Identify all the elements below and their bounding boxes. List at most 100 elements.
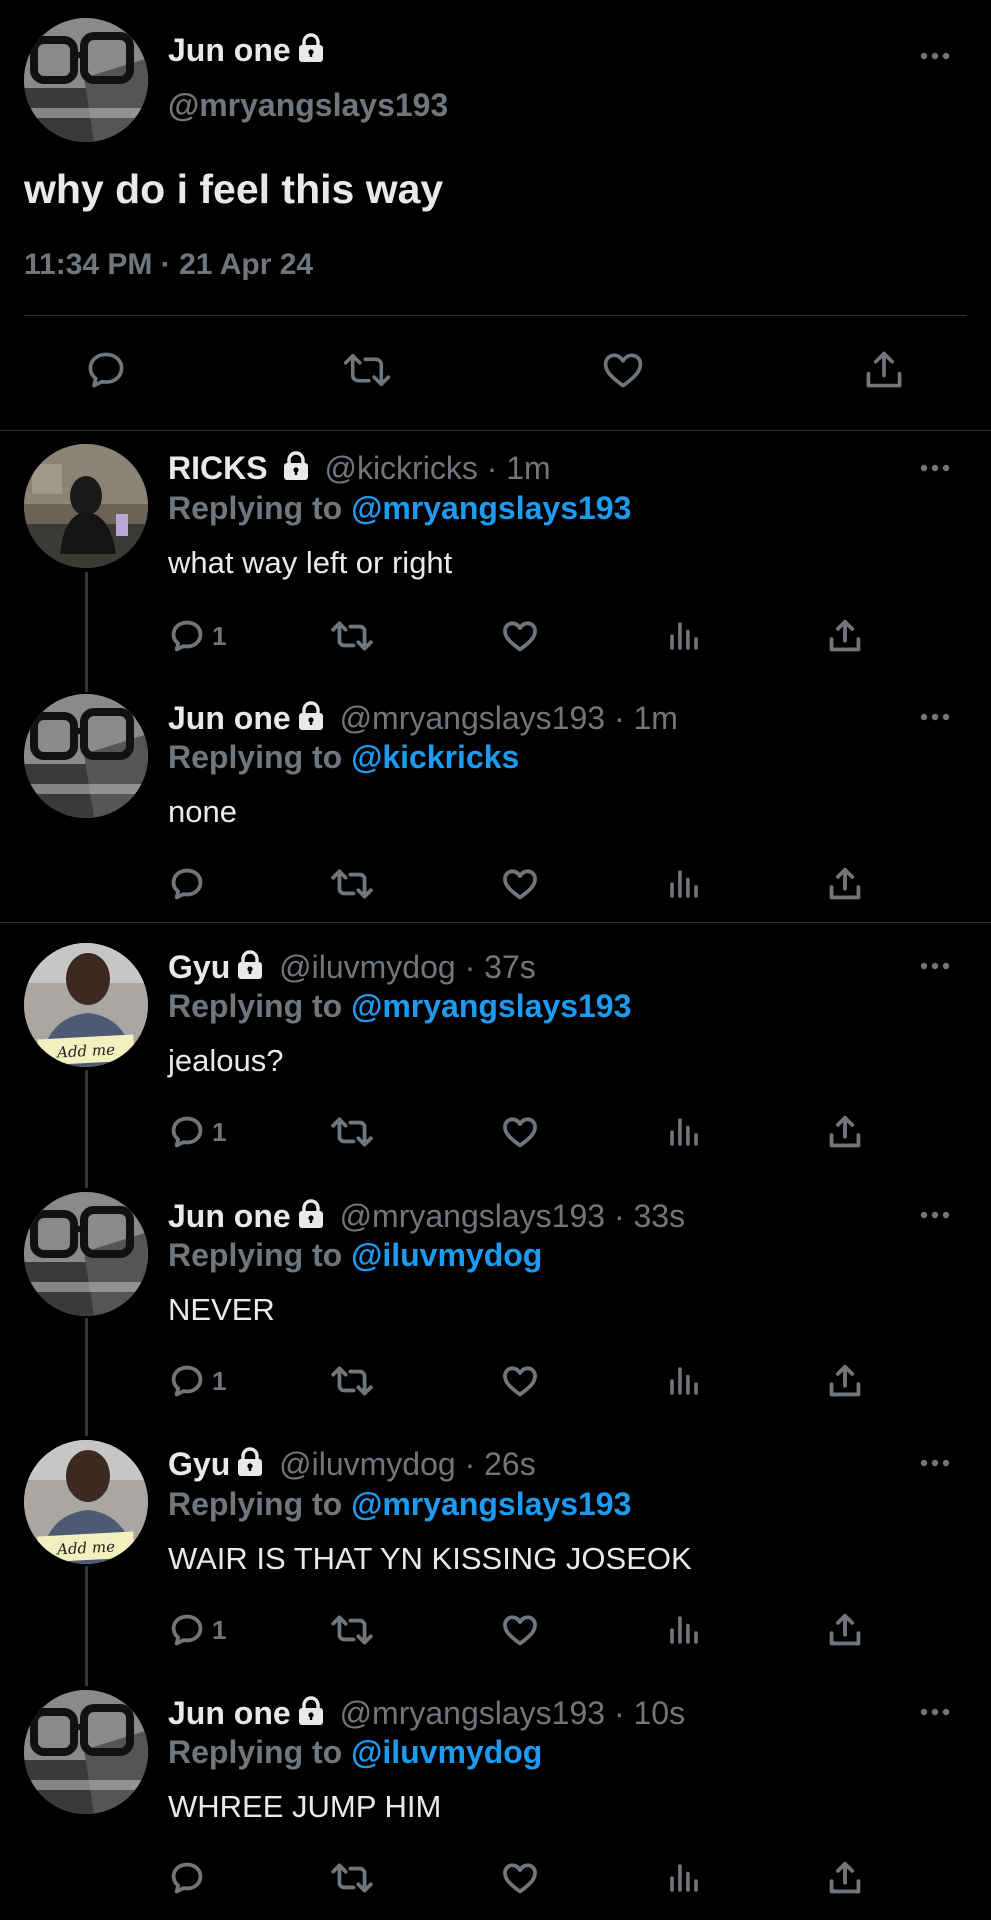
tweet-text: none [168,794,237,829]
replying-to-link[interactable]: @kickricks [351,739,519,775]
like-icon [503,869,537,900]
like-button[interactable] [600,348,646,392]
share-button[interactable] [826,1113,864,1151]
views-button[interactable] [666,865,702,903]
like-button[interactable] [500,1859,540,1897]
share-button[interactable] [826,1611,864,1649]
reply-button[interactable]: 1 [168,1113,226,1151]
like-button[interactable] [500,1611,540,1649]
separator: · [613,1695,625,1731]
share-button[interactable] [826,865,864,903]
display-name[interactable]: Jun one [168,700,291,736]
avatar[interactable] [24,18,148,142]
handle[interactable]: @mryangslays193 [340,1695,605,1731]
display-name[interactable]: Jun one [168,1198,291,1234]
avatar-photo-image [24,444,148,568]
replying-to-link[interactable]: @mryangslays193 [351,988,631,1024]
retweet-button[interactable] [330,1611,374,1649]
avatar[interactable] [24,444,148,568]
views-button[interactable] [666,1859,702,1897]
more-button[interactable] [915,705,955,729]
avatar-glasses-image [24,1192,148,1316]
like-icon [503,1615,537,1646]
more-icon [920,1459,950,1467]
like-button[interactable] [500,1362,540,1400]
views-icon [670,1864,698,1892]
display-name[interactable]: RICKS [168,450,268,486]
avatar[interactable]: Add me [24,943,148,1067]
views-icon [670,1367,698,1395]
retweet-button[interactable] [330,1859,374,1897]
display-name[interactable]: Jun one [168,32,291,68]
views-button[interactable] [666,1362,702,1400]
reply-button[interactable] [84,348,128,392]
avatar[interactable] [24,1690,148,1814]
thread-connector [85,1070,88,1188]
retweet-button[interactable] [330,865,374,903]
like-button[interactable] [500,1113,540,1151]
display-name[interactable]: Gyu [168,1446,230,1482]
handle[interactable]: @mryangslays193 [340,1198,605,1234]
time: 11:34 PM [24,248,153,281]
replying-to-link[interactable]: @mryangslays193 [351,490,631,526]
display-name[interactable]: Jun one [168,1695,291,1731]
more-button[interactable] [915,456,955,480]
views-icon [670,1616,698,1644]
more-button[interactable] [915,44,955,68]
reply-icon [171,1365,203,1397]
more-button[interactable] [915,1203,955,1227]
share-icon [829,1861,861,1894]
more-button[interactable] [915,1700,955,1724]
lock-icon [297,32,325,72]
more-button[interactable] [915,1451,955,1475]
replying-to-link[interactable]: @iluvmydog [351,1237,542,1273]
replying-to-link[interactable]: @mryangslays193 [351,1486,631,1522]
share-icon [829,619,861,652]
retweet-icon [331,621,373,651]
reply-button[interactable] [168,865,206,903]
date: 21 Apr 24 [179,248,314,281]
reply-button[interactable]: 1 [168,1611,226,1649]
views-icon [670,870,698,898]
reply-button[interactable]: 1 [168,617,226,655]
share-button[interactable] [862,348,906,392]
handle[interactable]: @mryangslays193 [340,700,605,736]
retweet-icon [331,1615,373,1645]
replying-to-link[interactable]: @iluvmydog [351,1734,542,1770]
thread-connector [85,1566,88,1686]
retweet-button[interactable] [330,1362,374,1400]
retweet-button[interactable] [342,348,392,392]
share-button[interactable] [826,1362,864,1400]
avatar[interactable] [24,694,148,818]
lock-icon [236,950,264,988]
display-name[interactable]: Gyu [168,949,230,985]
reply-button[interactable]: 1 [168,1362,226,1400]
like-button[interactable] [500,617,540,655]
tweet-age: 33s [633,1198,686,1234]
avatar-glasses-image [24,694,148,818]
avatar[interactable] [24,1192,148,1316]
share-button[interactable] [826,1859,864,1897]
tweet-age: 37s [484,949,536,985]
views-button[interactable] [666,1611,702,1649]
reply-count: 1 [212,1365,227,1396]
share-button[interactable] [826,617,864,655]
views-button[interactable] [666,617,702,655]
separator: · [486,450,498,486]
separator: · [613,700,625,736]
separator: · [464,1446,476,1482]
handle[interactable]: @mryangslays193 [168,85,448,125]
reply-button[interactable] [168,1859,206,1897]
avatar[interactable]: Add me [24,1440,148,1564]
handle[interactable]: @kickricks [324,450,477,486]
like-button[interactable] [500,865,540,903]
more-button[interactable] [915,954,955,978]
like-icon [603,353,643,388]
retweet-button[interactable] [330,1113,374,1151]
views-button[interactable] [666,1113,702,1151]
retweet-icon [331,1366,373,1396]
retweet-button[interactable] [330,617,374,655]
tweet-text: what way left or right [168,545,453,580]
handle[interactable]: @iluvmydog [279,949,456,985]
handle[interactable]: @iluvmydog [279,1446,456,1482]
